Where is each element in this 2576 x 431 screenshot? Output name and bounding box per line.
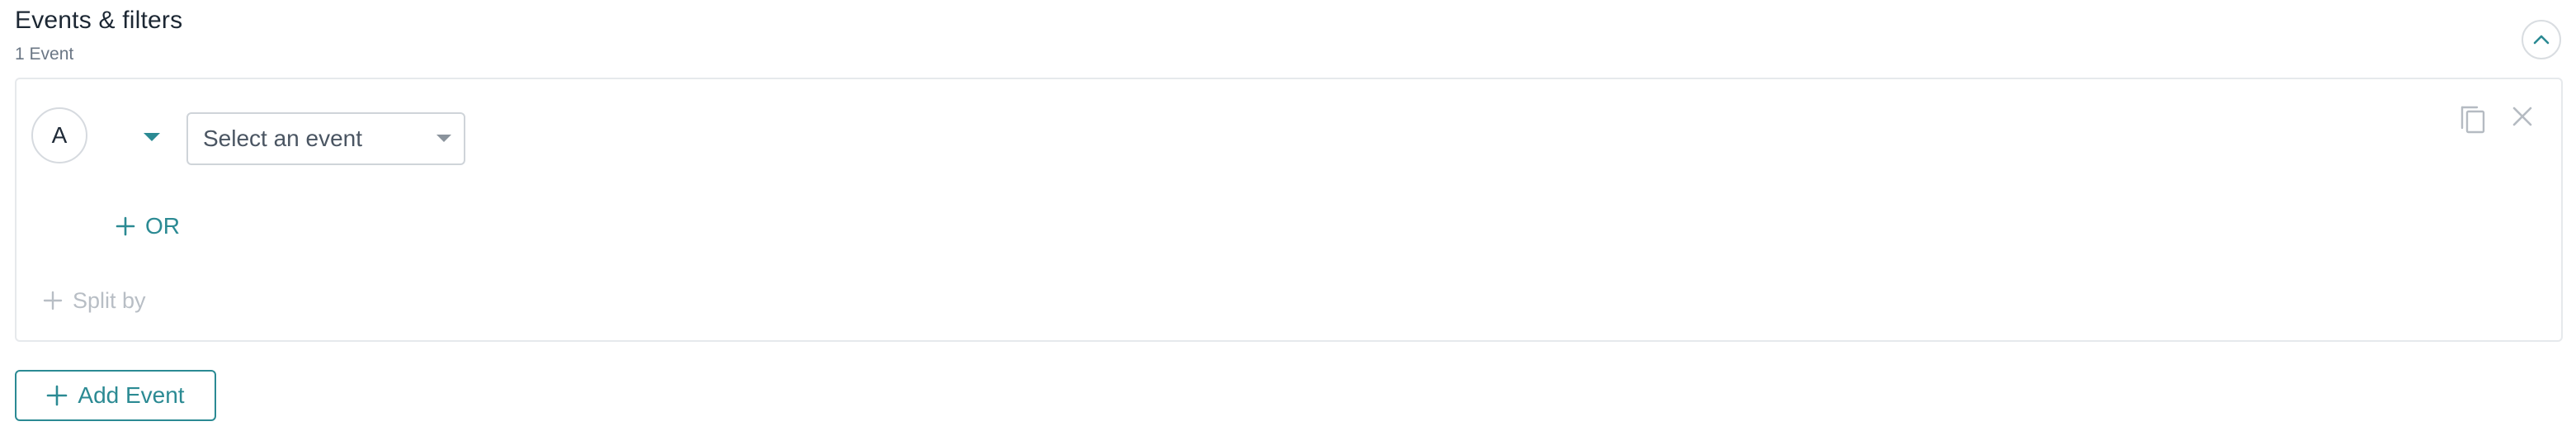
plus-icon [43,291,63,310]
section-title: Events & filters [15,7,183,34]
plus-icon [116,216,135,236]
add-event-button[interactable]: Add Event [15,370,216,421]
plus-icon [46,385,68,406]
close-icon [2512,106,2533,127]
duplicate-event-button[interactable] [2454,99,2492,137]
event-count: 1 Event [15,45,74,64]
add-event-label: Add Event [78,382,185,408]
event-select-dropdown[interactable]: Select an event [186,112,465,165]
caret-down-icon [143,132,161,142]
event-letter-badge: A [31,107,87,163]
collapse-section-button[interactable] [2522,20,2561,59]
add-or-condition-button[interactable]: OR [116,210,180,243]
events-filters-section: Events & filters 1 Event A Select an eve… [0,0,2576,431]
caret-down-icon [436,134,452,143]
event-select-placeholder: Select an event [203,126,363,151]
remove-event-button[interactable] [2503,97,2541,135]
copy-icon [2459,102,2487,134]
split-by-label: Split by [73,287,146,313]
chevron-up-icon [2532,34,2550,45]
or-label: OR [145,213,180,239]
split-by-button[interactable]: Split by [43,284,146,317]
expand-event-toggle[interactable] [129,124,175,150]
event-panel: A Select an event OR Split by [15,78,2563,342]
